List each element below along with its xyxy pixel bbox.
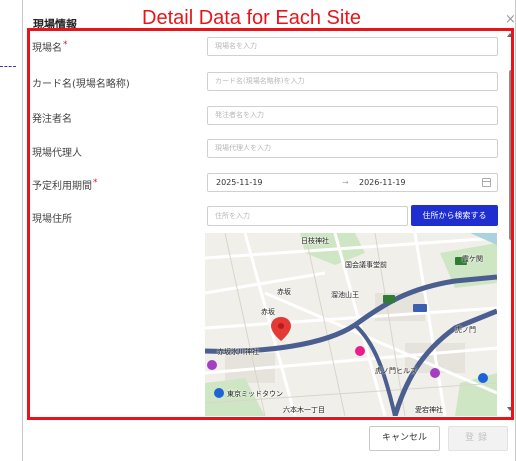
- card-name-input[interactable]: カード名(現場名略称)を入力: [207, 72, 498, 91]
- station-marker: [355, 346, 365, 356]
- site-name-input[interactable]: 現場名を入力: [207, 37, 498, 56]
- address-label: 現場住所: [32, 214, 72, 225]
- map-label: 国会議事堂前: [345, 261, 387, 269]
- period-end-date[interactable]: 2026-11-19: [359, 174, 406, 191]
- range-arrow-icon: →: [342, 178, 349, 187]
- dialog-title: 現場情報: [33, 18, 77, 31]
- map-label: 虎ノ門: [455, 326, 476, 334]
- map-label: 愛宕神社: [415, 406, 443, 414]
- map-label: 赤坂: [277, 288, 291, 296]
- poi-marker: [207, 360, 217, 370]
- period-label: 予定利用期間*: [32, 177, 98, 192]
- map-label: 赤坂: [261, 308, 275, 316]
- scroll-down-arrow-icon[interactable]: [507, 407, 513, 411]
- poi-marker: [478, 373, 488, 383]
- map-label: 霞ケ関: [462, 255, 483, 263]
- map-label: 日枝神社: [301, 237, 329, 245]
- required-mark: *: [93, 177, 98, 188]
- address-search-button[interactable]: 住所から検索する: [411, 205, 498, 226]
- map-label: 六本木一丁目: [283, 406, 325, 414]
- period-label-text: 予定利用期間: [32, 181, 92, 192]
- route-badge: [383, 295, 395, 303]
- route-badge: [413, 304, 427, 312]
- site-agent-label: 現場代理人: [32, 148, 82, 159]
- site-name-label-text: 現場名: [32, 43, 62, 54]
- period-start-date[interactable]: 2025-11-19: [216, 174, 263, 191]
- required-mark: *: [63, 39, 68, 50]
- card-name-label: カード名(現場名略称): [32, 79, 130, 90]
- poi-marker: [430, 368, 440, 378]
- close-icon[interactable]: ×: [505, 12, 516, 27]
- scroll-up-arrow-icon[interactable]: [507, 33, 513, 37]
- orderer-input[interactable]: 発注者名を入力: [207, 106, 498, 125]
- map-label: 虎ノ門ヒルズ: [375, 367, 417, 375]
- annotation-caption: Detail Data for Each Site: [142, 7, 361, 29]
- calendar-icon[interactable]: [482, 178, 491, 187]
- map-label: 東京ミッドタウン: [227, 390, 283, 398]
- orderer-label: 発注者名: [32, 114, 72, 125]
- poi-marker: [214, 388, 224, 398]
- site-map[interactable]: 日枝神社 国会議事堂前 霞ケ関 赤坂 溜池山王 赤坂 赤坂氷川神社 虎ノ門ヒルズ…: [205, 233, 497, 416]
- cancel-button[interactable]: キャンセル: [369, 426, 440, 451]
- background-dashed-line: [0, 66, 16, 67]
- site-name-label: 現場名*: [32, 39, 68, 54]
- period-range-picker[interactable]: 2025-11-19 → 2026-11-19: [207, 173, 498, 192]
- site-agent-input[interactable]: 現場代理人を入力: [207, 139, 498, 158]
- map-label: 溜池山王: [331, 291, 359, 299]
- scrollbar-thumb[interactable]: [509, 70, 513, 240]
- address-input[interactable]: 住所を入力: [207, 206, 408, 226]
- map-label: 赤坂氷川神社: [217, 348, 259, 356]
- register-button[interactable]: 登録: [448, 426, 508, 451]
